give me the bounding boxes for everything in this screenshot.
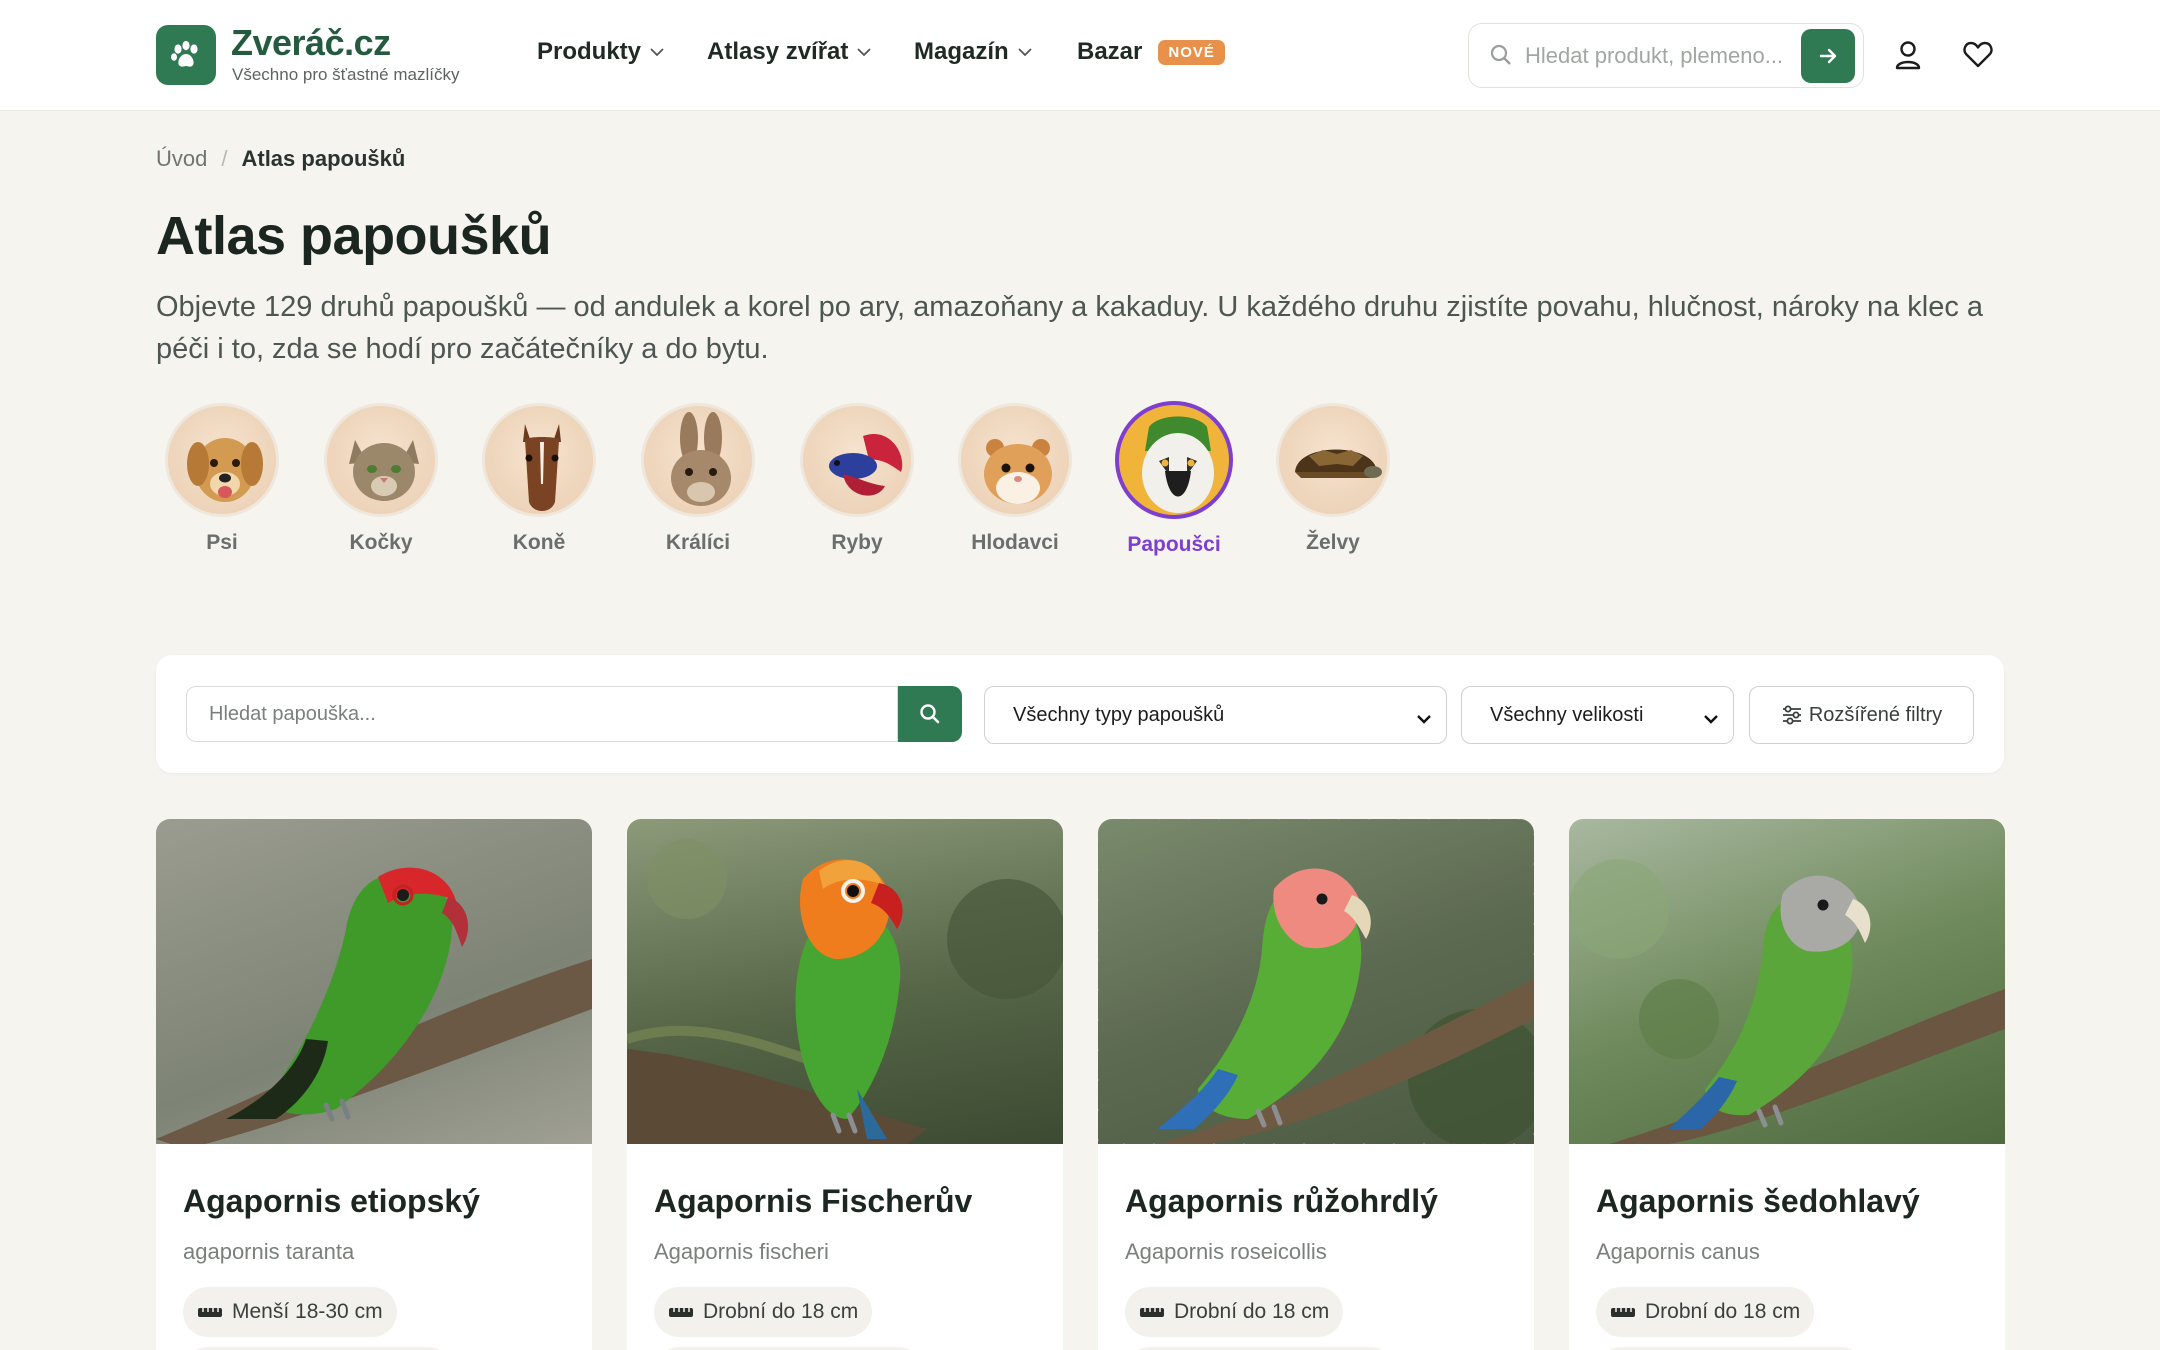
category-label: Kočky <box>349 531 413 554</box>
species-name: Agapornis šedohlavý <box>1596 1183 1920 1219</box>
site-header: Zveráč.cz Všechno pro šťastné mazlíčky P… <box>0 0 2160 111</box>
category-label: Psi <box>206 531 238 554</box>
nav-produkty[interactable]: Produkty <box>537 38 665 66</box>
size-chip-label: Drobní do 18 cm <box>1174 1300 1330 1323</box>
breadcrumb-current: Atlas papoušků <box>241 146 406 171</box>
size-chip-label: Drobní do 18 cm <box>1645 1300 1801 1323</box>
advanced-filters-button[interactable]: Rozšířené filtry <box>1749 686 1974 744</box>
cat-icon <box>324 403 438 517</box>
page-title: Atlas papoušků <box>156 206 552 266</box>
category-kone[interactable]: Koně <box>474 403 604 555</box>
species-card[interactable]: Agapornis etiopský agapornis taranta Men… <box>156 819 592 1350</box>
species-photo <box>1569 819 2005 1144</box>
breadcrumb-separator: / <box>221 146 228 171</box>
dog-icon <box>165 403 279 517</box>
category-kocky[interactable]: Kočky <box>316 403 446 555</box>
species-latin-name: Agapornis fischeri <box>654 1239 829 1264</box>
species-photo <box>1098 819 1534 1144</box>
category-label: Králíci <box>665 531 731 554</box>
turtle-icon <box>1276 403 1390 517</box>
brand-name[interactable]: Zveráč.cz <box>231 22 391 64</box>
nav-bazar[interactable]: Bazar NOVÉ <box>1077 38 1225 66</box>
species-name: Agapornis etiopský <box>183 1183 480 1219</box>
heart-icon[interactable] <box>1962 39 1994 74</box>
size-chip: Menší 18-30 cm <box>183 1287 397 1337</box>
chevron-down-icon <box>1416 708 1432 731</box>
nav-label: Atlasy zvířat <box>707 38 849 65</box>
nav-label: Magazín <box>914 38 1009 65</box>
parrot-search-field <box>186 686 898 742</box>
chevron-down-icon <box>1017 47 1033 57</box>
filter-bar: Všechny typy papoušků Všechny velikosti … <box>156 655 2004 773</box>
page-description: Objevte 129 druhů papoušků — od andulek … <box>156 291 1984 365</box>
sliders-icon <box>1782 705 1801 725</box>
chevron-down-icon <box>856 47 872 57</box>
horse-icon <box>482 403 596 517</box>
nav-label: Bazar <box>1077 38 1143 65</box>
user-icon[interactable] <box>1893 39 1923 76</box>
species-card[interactable]: Agapornis šedohlavý Agapornis canus Drob… <box>1569 819 2005 1350</box>
category-hlodavci[interactable]: Hlodavci <box>950 403 1080 555</box>
search-submit-button[interactable] <box>1801 29 1855 83</box>
species-photo <box>627 819 1063 1144</box>
category-psi[interactable]: Psi <box>157 403 287 555</box>
category-label: Koně <box>512 531 566 554</box>
species-name: Agapornis Fischerův <box>654 1183 973 1219</box>
size-chip: Drobní do 18 cm <box>1596 1287 1815 1337</box>
parrot-search-input[interactable] <box>187 687 897 741</box>
size-chip: Drobní do 18 cm <box>654 1287 873 1337</box>
species-latin-name: Agapornis roseicollis <box>1125 1239 1327 1264</box>
chevron-down-icon <box>649 47 665 57</box>
header-search <box>1468 23 1864 88</box>
brand-tagline: Všechno pro šťastné mazlíčky <box>232 65 460 84</box>
advanced-filters-label: Rozšířené filtry <box>1808 703 1943 726</box>
category-label: Želvy <box>1306 531 1360 554</box>
species-latin-name: Agapornis canus <box>1596 1239 1760 1264</box>
ruler-icon <box>198 1308 222 1317</box>
size-select[interactable]: Všechny velikosti <box>1461 686 1734 744</box>
category-label: Ryby <box>831 531 883 554</box>
category-label: Hlodavci <box>971 531 1059 554</box>
size-chip-label: Drobní do 18 cm <box>703 1300 859 1323</box>
species-card[interactable]: Agapornis růžohrdlý Agapornis roseicolli… <box>1098 819 1534 1350</box>
parrot-search-button[interactable] <box>898 686 962 742</box>
breadcrumb-home[interactable]: Úvod <box>156 146 207 172</box>
category-zelvy[interactable]: Želvy <box>1268 403 1398 555</box>
category-kralici[interactable]: Králíci <box>633 403 763 555</box>
nav-atlasy[interactable]: Atlasy zvířat <box>707 38 872 66</box>
nav-magazin[interactable]: Magazín <box>914 38 1033 66</box>
parrot-icon <box>1115 401 1233 519</box>
nav-label: Produkty <box>537 38 642 65</box>
type-select-value: Všechny typy papoušků <box>1013 703 1225 726</box>
size-chip-label: Menší 18-30 cm <box>232 1300 383 1323</box>
size-chip: Drobní do 18 cm <box>1125 1287 1344 1337</box>
ruler-icon <box>1611 1308 1635 1317</box>
new-badge: NOVÉ <box>1158 39 1225 65</box>
paw-icon[interactable] <box>156 25 216 85</box>
search-icon <box>920 704 940 724</box>
chevron-down-icon <box>1703 708 1719 731</box>
species-photo <box>156 819 592 1144</box>
species-latin-name: agapornis taranta <box>183 1239 355 1264</box>
category-label: Papoušci <box>1127 533 1221 556</box>
type-select[interactable]: Všechny typy papoušků <box>984 686 1447 744</box>
rabbit-icon <box>641 403 755 517</box>
size-select-value: Všechny velikosti <box>1490 703 1644 726</box>
header-search-input[interactable] <box>1525 38 1795 74</box>
breadcrumb: Úvod / Atlas papoušků <box>156 146 405 172</box>
ruler-icon <box>1140 1308 1164 1317</box>
arrow-right-icon <box>1819 48 1837 64</box>
category-ryby[interactable]: Ryby <box>792 403 922 555</box>
species-name: Agapornis růžohrdlý <box>1125 1183 1438 1219</box>
species-card[interactable]: Agapornis Fischerův Agapornis fischeri D… <box>627 819 1063 1350</box>
hamster-icon <box>958 403 1072 517</box>
ruler-icon <box>669 1308 693 1317</box>
category-papousci[interactable]: Papoušci <box>1109 401 1239 557</box>
fish-icon <box>800 403 914 517</box>
search-icon <box>1489 43 1513 72</box>
